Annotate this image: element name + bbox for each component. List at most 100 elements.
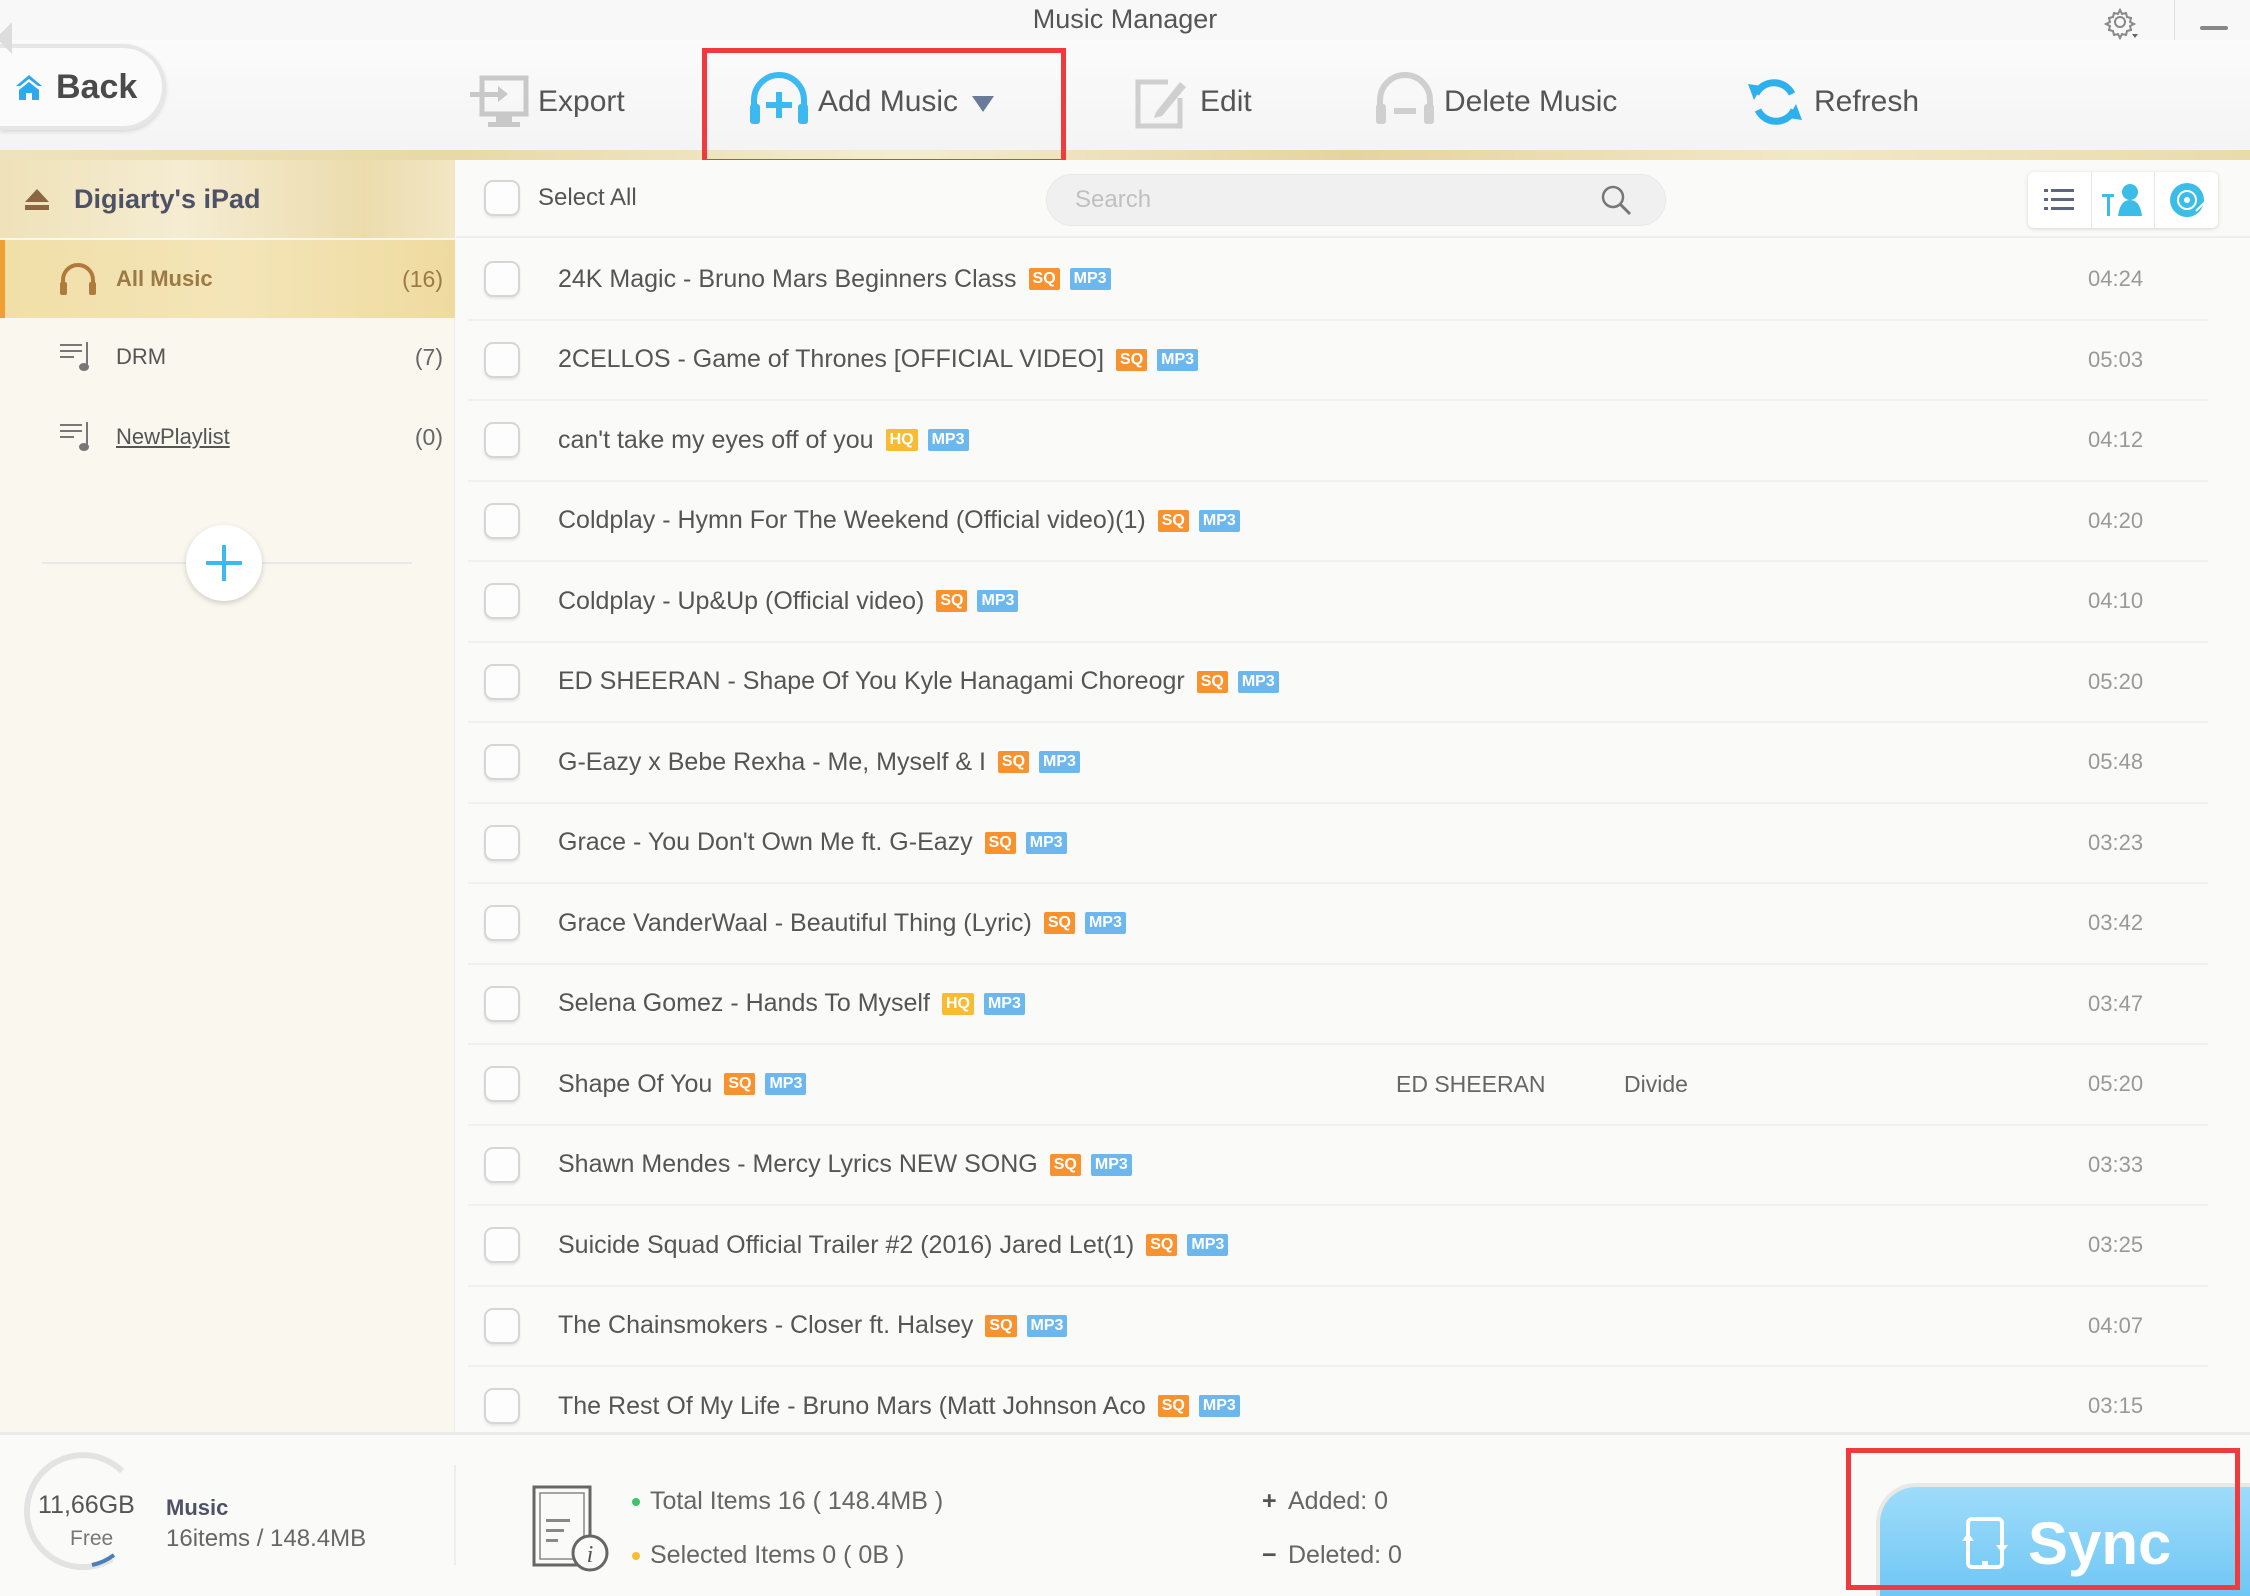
headphones-icon (60, 263, 96, 295)
track-duration: 05:20 (2088, 668, 2144, 694)
list-view-button[interactable] (2028, 172, 2092, 228)
sidebar-item-newplaylist[interactable]: NewPlaylist (0) (0, 398, 455, 476)
track-checkbox[interactable] (484, 1227, 520, 1264)
add-music-button[interactable]: Add Music (748, 72, 995, 132)
track-checkbox[interactable] (484, 905, 520, 942)
quality-badge: HQ (941, 992, 974, 1015)
format-badge: MP3 (977, 590, 1019, 613)
track-title: can't take my eyes off of you (558, 425, 874, 454)
selected-items-text: Selected Items 0 ( 0B ) (650, 1541, 905, 1569)
track-row[interactable]: ED SHEERAN - Shape Of You Kyle Hanagami … (468, 643, 2208, 723)
track-checkbox[interactable] (484, 1066, 520, 1103)
add-playlist-button[interactable] (186, 525, 262, 601)
format-badge: MP3 (1187, 1234, 1229, 1257)
device-header[interactable]: Digiarty's iPad (0, 160, 455, 238)
track-checkbox[interactable] (484, 824, 520, 861)
track-list: 24K Magic - Bruno Mars Beginners Class SQ… (456, 240, 2250, 1448)
track-checkbox[interactable] (484, 502, 520, 539)
back-label: Back (56, 67, 138, 106)
quality-badge: HQ (885, 429, 918, 452)
track-row[interactable]: Suicide Squad Official Trailer #2 (2016)… (468, 1206, 2208, 1287)
album-view-icon (2169, 183, 2205, 217)
format-badge: MP3 (1198, 1395, 1240, 1418)
track-checkbox[interactable] (484, 422, 520, 459)
track-row[interactable]: G-Eazy x Bebe Rexha - Me, Myself & I SQ MP… (468, 723, 2208, 804)
quality-badge: SQ (984, 831, 1016, 854)
edit-button[interactable]: Edit (1130, 72, 1252, 132)
settings-gear-icon[interactable] (2104, 6, 2140, 42)
eject-icon[interactable] (24, 187, 50, 211)
select-all-checkbox[interactable]: Select All (484, 180, 637, 216)
format-badge: MP3 (1069, 268, 1111, 291)
delete-music-button[interactable]: Delete Music (1374, 72, 1617, 132)
sidebar-item-count: (16) (402, 265, 443, 292)
track-duration: 05:48 (2088, 749, 2144, 775)
track-title: G-Eazy x Bebe Rexha - Me, Myself & I (558, 747, 986, 776)
track-title: Shawn Mendes - Mercy Lyrics NEW SONG (558, 1150, 1038, 1179)
minus-icon: − (1262, 1541, 1277, 1569)
yellow-dot-icon (632, 1551, 640, 1560)
checkbox[interactable] (484, 180, 520, 216)
format-badge: MP3 (1157, 348, 1199, 371)
track-row[interactable]: 2CELLOS - Game of Thrones [OFFICIAL VIDE… (468, 321, 2208, 401)
refresh-label: Refresh (1814, 85, 1920, 118)
format-badge: MP3 (765, 1073, 807, 1096)
track-title: Shape Of You (558, 1069, 713, 1098)
export-button[interactable]: Export (468, 72, 625, 132)
track-row[interactable]: Selena Gomez - Hands To Myself HQ MP3 03:47 (468, 965, 2208, 1045)
search-icon[interactable] (1599, 183, 1633, 217)
artist-view-icon (2102, 184, 2142, 216)
back-button[interactable]: Back (0, 22, 166, 130)
track-row[interactable]: The Chainsmokers - Closer ft. Halsey SQ MP… (468, 1287, 2208, 1367)
track-checkbox[interactable] (484, 1146, 520, 1183)
home-icon (16, 75, 42, 100)
added-stat: + Added: 0 (1262, 1487, 1388, 1516)
list-header: Select All (456, 160, 2250, 238)
sidebar: Digiarty's iPad All Music (16) DRM (7) N… (0, 160, 455, 1432)
track-checkbox[interactable] (484, 583, 520, 620)
edit-icon (1135, 79, 1186, 129)
minimize-button[interactable] (2200, 26, 2228, 30)
track-checkbox[interactable] (484, 261, 520, 298)
list-view-icon (2044, 189, 2075, 210)
track-row[interactable]: Grace - You Don't Own Me ft. G-Eazy SQ MP3… (468, 804, 2208, 884)
artist-view-button[interactable] (2092, 172, 2156, 228)
refresh-button[interactable]: Refresh (1744, 72, 1919, 132)
sync-button[interactable]: Sync (1876, 1483, 2250, 1596)
track-duration: 03:42 (2088, 910, 2144, 936)
plus-icon (206, 545, 242, 581)
playlist-icon (60, 342, 89, 371)
track-checkbox[interactable] (484, 985, 520, 1022)
window-title: Music Manager (1032, 4, 1218, 34)
track-row[interactable]: 24K Magic - Bruno Mars Beginners Class SQ… (468, 240, 2208, 321)
chevron-down-icon[interactable] (972, 96, 995, 112)
selected-items-stat: Selected Items 0 ( 0B ) (632, 1541, 904, 1570)
storage-category-detail: 16items / 148.4MB (166, 1525, 367, 1552)
track-row[interactable]: Shape Of You SQ MP3 ED SHEERAN Divide 05:20 (468, 1045, 2208, 1126)
track-row[interactable]: can't take my eyes off of you HQ MP3 04:12 (468, 401, 2208, 482)
track-row[interactable]: Shawn Mendes - Mercy Lyrics NEW SONG SQ MP… (468, 1126, 2208, 1206)
quality-badge: SQ (1157, 1395, 1189, 1418)
track-checkbox[interactable] (484, 744, 520, 781)
sidebar-item-all-music[interactable]: All Music (16) (0, 240, 455, 318)
track-row[interactable]: Coldplay - Hymn For The Weekend (Officia… (468, 482, 2208, 562)
track-checkbox[interactable] (484, 1307, 520, 1344)
sidebar-item-label: NewPlaylist (116, 424, 230, 449)
format-badge: MP3 (983, 992, 1025, 1015)
sidebar-item-label: All Music (116, 266, 213, 291)
album-view-button[interactable] (2155, 172, 2218, 228)
format-badge: MP3 (1025, 831, 1067, 854)
sidebar-item-drm[interactable]: DRM (7) (0, 318, 455, 396)
search-input[interactable] (1075, 186, 1595, 214)
track-row[interactable]: Coldplay - Up&Up (Official video) SQ MP3 04… (468, 562, 2208, 643)
track-row[interactable]: Grace VanderWaal - Beautiful Thing (Lyri… (468, 884, 2208, 965)
format-badge: MP3 (1237, 670, 1279, 693)
svg-text:i: i (587, 1542, 594, 1568)
track-checkbox[interactable] (484, 1388, 520, 1425)
deleted-stat: − Deleted: 0 (1262, 1541, 1402, 1570)
quality-badge: SQ (1116, 348, 1148, 371)
track-title: Coldplay - Up&Up (Official video) (558, 586, 925, 615)
track-duration: 04:10 (2088, 588, 2144, 614)
track-checkbox[interactable] (484, 341, 520, 378)
track-checkbox[interactable] (484, 663, 520, 700)
